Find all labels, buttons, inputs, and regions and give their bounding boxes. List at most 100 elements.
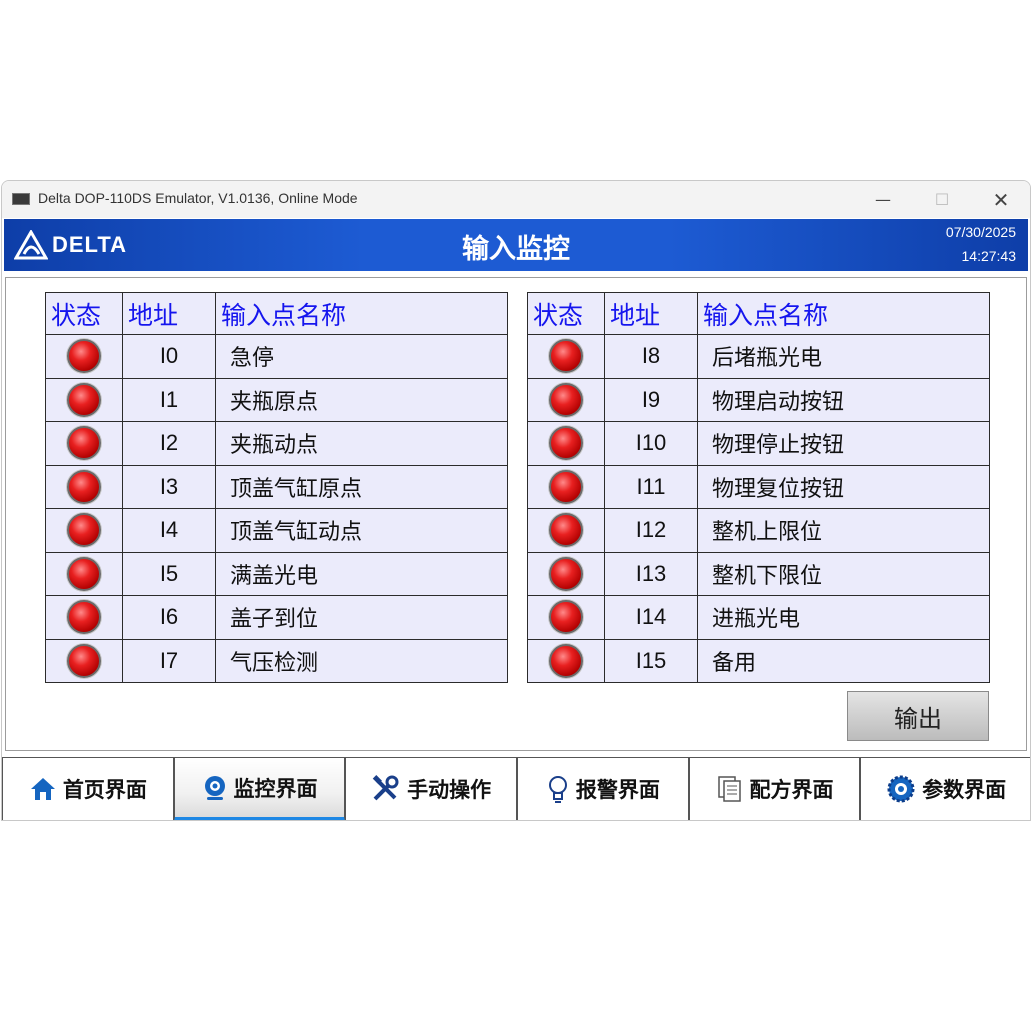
table-row: I0 急停 [45,334,508,379]
status-cell [45,595,123,640]
status-led-icon [67,643,101,678]
maximize-button[interactable]: ☐ [914,181,970,218]
name-cell: 满盖光电 [215,551,508,596]
status-led-icon [549,426,583,461]
status-led-icon [549,513,583,548]
nav-tab-3[interactable]: 报警界面 [517,757,689,820]
hmi-header: DELTA 输入监控 07/30/2025 14:27:43 [4,219,1028,271]
address-cell: I11 [604,464,698,509]
status-cell [45,377,123,422]
header-name: 输入点名称 [697,292,990,335]
status-cell [527,508,605,553]
monitor-panel: 状态 地址 输入点名称 I0 急停 I1 夹瓶原点 I2 夹瓶动点 I3 顶盖气缸原点 I4 顶盖… [5,277,1027,751]
nav-tab-5[interactable]: 参数界面 [860,757,1030,820]
close-button[interactable]: ✕ [973,181,1029,218]
status-led-icon [67,469,101,504]
webcam-icon [202,774,228,802]
header-name: 输入点名称 [215,292,508,335]
header-status: 状态 [527,292,605,335]
table-row: I4 顶盖气缸动点 [45,508,508,553]
status-cell [45,421,123,466]
home-icon [29,775,57,803]
name-cell: 顶盖气缸原点 [215,464,508,509]
name-cell: 气压检测 [215,638,508,683]
address-cell: I15 [604,638,698,683]
table-row: I13 整机下限位 [527,551,990,596]
nav-tab-1[interactable]: 监控界面 [173,757,346,820]
tools-icon [371,775,401,803]
status-led-icon [67,382,101,417]
table-row: I7 气压检测 [45,638,508,683]
nav-tab-4[interactable]: 配方界面 [688,757,861,820]
nav-tab-0[interactable]: 首页界面 [2,757,174,820]
address-cell: I6 [122,595,216,640]
nav-tab-label: 手动操作 [407,778,492,802]
status-led-icon [549,339,583,374]
address-cell: I8 [604,334,698,379]
name-cell: 顶盖气缸动点 [215,508,508,553]
name-cell: 物理启动按钮 [697,377,990,422]
status-led-icon [549,643,583,678]
status-cell [527,334,605,379]
status-led-icon [67,339,101,374]
name-cell: 物理复位按钮 [697,464,990,509]
status-cell [527,464,605,509]
status-led-icon [549,600,583,635]
table-header-row: 状态 地址 输入点名称 [45,292,508,335]
table-row: I11 物理复位按钮 [527,464,990,509]
minimize-button[interactable]: — [855,181,911,218]
table-row: I3 顶盖气缸原点 [45,464,508,509]
table-row: I8 后堵瓶光电 [527,334,990,379]
page-title: 输入监控 [462,234,570,265]
nav-tab-label: 监控界面 [233,776,318,801]
window-title: Delta DOP-110DS Emulator, V1.0136, Onlin… [38,190,358,206]
table-row: I14 进瓶光电 [527,595,990,640]
status-cell [527,551,605,596]
header-address: 地址 [122,292,216,335]
table-row: I15 备用 [527,638,990,683]
title-bar: Delta DOP-110DS Emulator, V1.0136, Onlin… [2,181,1030,218]
address-cell: I5 [122,551,216,596]
output-button[interactable]: 输出 [847,691,989,741]
document-icon [716,775,744,803]
table-header-row: 状态 地址 输入点名称 [527,292,990,335]
name-cell: 急停 [215,334,508,379]
address-cell: I4 [122,508,216,553]
table-row: I5 满盖光电 [45,551,508,596]
address-cell: I10 [604,421,698,466]
address-cell: I14 [604,595,698,640]
address-cell: I3 [122,464,216,509]
table-row: I1 夹瓶原点 [45,377,508,422]
status-cell [527,595,605,640]
address-cell: I9 [604,377,698,422]
name-cell: 后堵瓶光电 [697,334,990,379]
table-row: I2 夹瓶动点 [45,421,508,466]
status-led-icon [67,513,101,548]
name-cell: 夹瓶动点 [215,421,508,466]
status-led-icon [67,556,101,591]
gear-icon [886,774,916,804]
status-cell [45,334,123,379]
table-row: I9 物理启动按钮 [527,377,990,422]
status-led-icon [549,469,583,504]
status-led-icon [67,426,101,461]
app-icon [12,193,30,205]
table-row: I12 整机上限位 [527,508,990,553]
status-cell [45,551,123,596]
address-cell: I0 [122,334,216,379]
name-cell: 整机上限位 [697,508,990,553]
nav-tab-label: 参数界面 [922,778,1007,802]
header-address: 地址 [604,292,698,335]
date-display: 07/30/2025 [945,224,1016,240]
status-cell [527,638,605,683]
nav-tab-label: 首页界面 [62,778,147,802]
table-row: I6 盖子到位 [45,595,508,640]
address-cell: I13 [604,551,698,596]
name-cell: 盖子到位 [215,595,508,640]
nav-tab-2[interactable]: 手动操作 [345,757,518,820]
name-cell: 整机下限位 [697,551,990,596]
emulator-window: Delta DOP-110DS Emulator, V1.0136, Onlin… [1,180,1031,821]
name-cell: 物理停止按钮 [697,421,990,466]
status-cell [45,508,123,553]
table-row: I10 物理停止按钮 [527,421,990,466]
